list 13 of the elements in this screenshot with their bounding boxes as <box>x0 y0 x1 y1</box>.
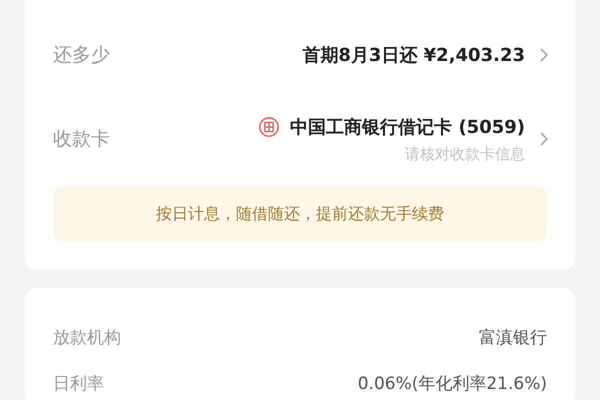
row-label: 还多少 <box>53 43 111 68</box>
bank-logo-icon <box>258 116 280 138</box>
row-value: 0.06%(年化利率21.6%) <box>358 372 547 394</box>
notice-banner: 按日计息，随借随还，提前还款无手续费 <box>53 187 547 241</box>
row-label: 收款卡 <box>53 127 111 152</box>
row-label: 放款机构 <box>53 326 122 348</box>
row-value: 富滇银行 <box>479 326 547 348</box>
chevron-icon[interactable] <box>539 47 549 63</box>
bank-card-name: 中国工商银行借记卡 (5059) <box>290 116 525 138</box>
chevron-icon[interactable] <box>539 131 549 147</box>
hint-text: 请核对收款卡信息 <box>405 144 525 164</box>
row-label: 日利率 <box>53 372 105 394</box>
repay-amount: 首期8月3日还 ¥2,403.23 <box>302 44 525 67</box>
